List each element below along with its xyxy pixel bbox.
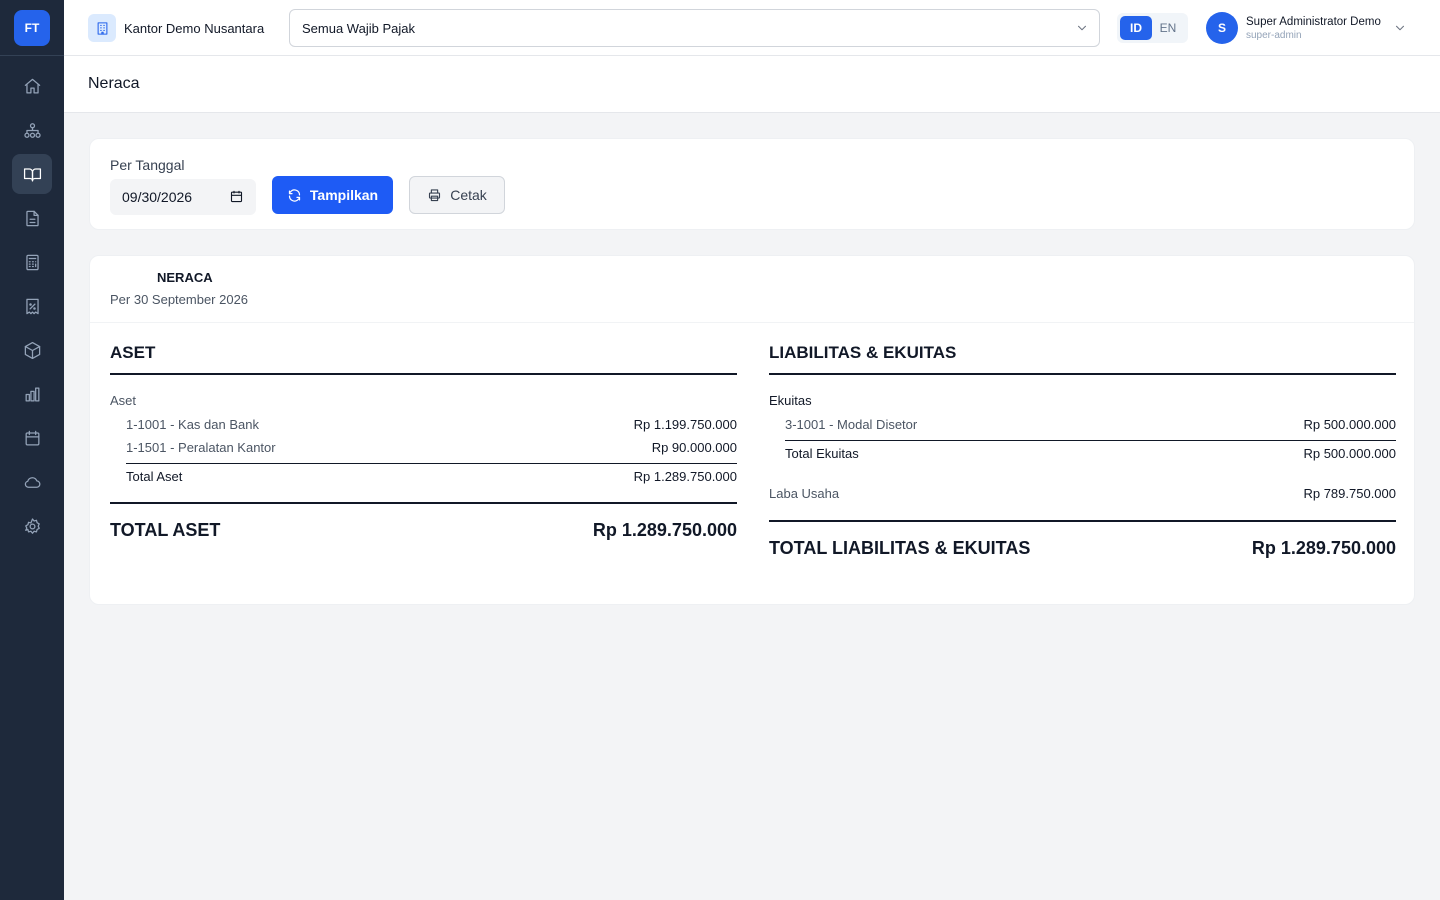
assets-column: ASET Aset 1-1001 - Kas dan Bank Rp 1.199… [110, 343, 737, 541]
office-name: Kantor Demo Nusantara [124, 20, 265, 36]
account-amount: Rp 1.199.750.000 [633, 417, 737, 432]
sidebar-item-ledger[interactable] [12, 154, 52, 194]
liabilities-equity-column: LIABILITAS & EKUITAS Ekuitas 3-1001 - Mo… [769, 343, 1396, 559]
document-icon [25, 210, 39, 226]
account-row: 1-1001 - Kas dan Bank Rp 1.199.750.000 [110, 413, 737, 436]
chevron-down-icon [1393, 21, 1407, 35]
sidebar: FT [0, 0, 64, 900]
building-icon [88, 14, 116, 42]
assets-heading: ASET [110, 343, 737, 375]
assets-grand-total-row: TOTAL ASET Rp 1.289.750.000 [110, 502, 737, 541]
equity-subtotal-amount: Rp 500.000.000 [1303, 446, 1396, 461]
assets-subtotal-row: Total Aset Rp 1.289.750.000 [126, 463, 737, 489]
refresh-icon [288, 188, 301, 202]
assets-grand-total-amount: Rp 1.289.750.000 [592, 520, 737, 540]
profit-label: Laba Usaha [769, 486, 840, 501]
account-amount: Rp 500.000.000 [1303, 417, 1396, 432]
account-amount: Rp 90.000.000 [651, 440, 737, 455]
calculator-icon [25, 254, 39, 270]
lang-id-button[interactable]: ID [1120, 16, 1152, 40]
taxpayer-select-value: Semua Wajib Pajak [302, 20, 415, 36]
user-role: super-admin [1246, 29, 1302, 41]
account-label: 1-1001 - Kas dan Bank [126, 417, 259, 432]
book-icon [23, 167, 41, 181]
sidebar-item-documents[interactable] [12, 198, 52, 238]
printer-icon [429, 188, 441, 201]
cloud-icon [24, 476, 40, 488]
assets-grand-total-label: TOTAL ASET [110, 520, 221, 540]
bar-chart-icon [25, 387, 39, 401]
sidebar-item-calculator[interactable] [12, 242, 52, 282]
report-header: NERACA Per 30 September 2026 [90, 256, 1414, 323]
top-bar: Kantor Demo Nusantara Semua Wajib Pajak … [64, 0, 1440, 56]
assets-subtotal-amount: Rp 1.289.750.000 [633, 469, 737, 484]
liabilities-equity-heading: LIABILITAS & EKUITAS [769, 343, 1396, 375]
page-header: Neraca [64, 56, 1440, 113]
gear-icon [24, 517, 40, 534]
receipt-percent-icon [25, 298, 39, 314]
sidebar-item-inventory[interactable] [12, 330, 52, 370]
date-value: 09/30/2026 [122, 189, 193, 205]
user-name: Super Administrator Demo [1246, 15, 1381, 28]
account-label: 3-1001 - Modal Disetor [785, 417, 918, 432]
liabilities-equity-grand-total-label: TOTAL LIABILITAS & EKUITAS [769, 538, 1031, 558]
chevron-down-icon [1075, 21, 1089, 35]
date-label: Per Tanggal [110, 157, 185, 173]
language-switcher: ID EN [1117, 13, 1188, 43]
office-switcher[interactable]: Kantor Demo Nusantara [88, 14, 264, 42]
sidebar-nav [12, 66, 52, 550]
lang-en-button[interactable]: EN [1152, 16, 1184, 40]
equity-subtotal-label: Total Ekuitas [785, 446, 859, 461]
date-input[interactable]: 09/30/2026 [110, 179, 256, 215]
account-row: 1-1501 - Peralatan Kantor Rp 90.000.000 [110, 436, 737, 459]
calendar-icon [230, 190, 243, 203]
profit-amount: Rp 789.750.000 [1303, 486, 1396, 501]
print-button-label: Cetak [450, 187, 487, 203]
liabilities-equity-grand-total-row: TOTAL LIABILITAS & EKUITAS Rp 1.289.750.… [769, 520, 1396, 559]
assets-subtotal-label: Total Aset [126, 469, 183, 484]
filter-card: Per Tanggal 09/30/2026 Tampilkan Cetak [89, 138, 1415, 230]
sidebar-item-cloud[interactable] [12, 462, 52, 502]
assets-group-label: Aset [110, 393, 137, 408]
equity-subtotal-row: Total Ekuitas Rp 500.000.000 [785, 440, 1396, 466]
balance-sheet-report: NERACA Per 30 September 2026 ASET Aset 1… [89, 255, 1415, 605]
sidebar-item-calendar[interactable] [12, 418, 52, 458]
report-title: NERACA [157, 270, 213, 285]
calendar-icon [25, 430, 39, 445]
show-button[interactable]: Tampilkan [272, 176, 393, 214]
account-label: 1-1501 - Peralatan Kantor [126, 440, 276, 455]
home-icon [24, 78, 40, 93]
taxpayer-select[interactable]: Semua Wajib Pajak [289, 9, 1100, 47]
avatar: S [1206, 12, 1238, 44]
sidebar-divider [0, 55, 64, 56]
report-date: Per 30 September 2026 [110, 292, 249, 307]
sidebar-item-organization[interactable] [12, 110, 52, 150]
user-menu[interactable]: S Super Administrator Demo super-admin [1206, 11, 1407, 45]
sidebar-item-home[interactable] [12, 66, 52, 106]
profit-row: Laba Usaha Rp 789.750.000 [769, 486, 1396, 504]
liabilities-equity-grand-total-amount: Rp 1.289.750.000 [1251, 538, 1396, 558]
sidebar-item-settings[interactable] [12, 506, 52, 546]
equity-group-label: Ekuitas [769, 393, 812, 408]
show-button-label: Tampilkan [309, 187, 379, 203]
app-logo[interactable]: FT [14, 10, 50, 46]
sidebar-item-reports[interactable] [12, 374, 52, 414]
account-row: 3-1001 - Modal Disetor Rp 500.000.000 [769, 413, 1396, 436]
cube-icon [24, 341, 40, 359]
print-button[interactable]: Cetak [409, 176, 505, 214]
page-title: Neraca [88, 75, 140, 92]
sitemap-icon [23, 122, 41, 138]
sidebar-item-tax[interactable] [12, 286, 52, 326]
